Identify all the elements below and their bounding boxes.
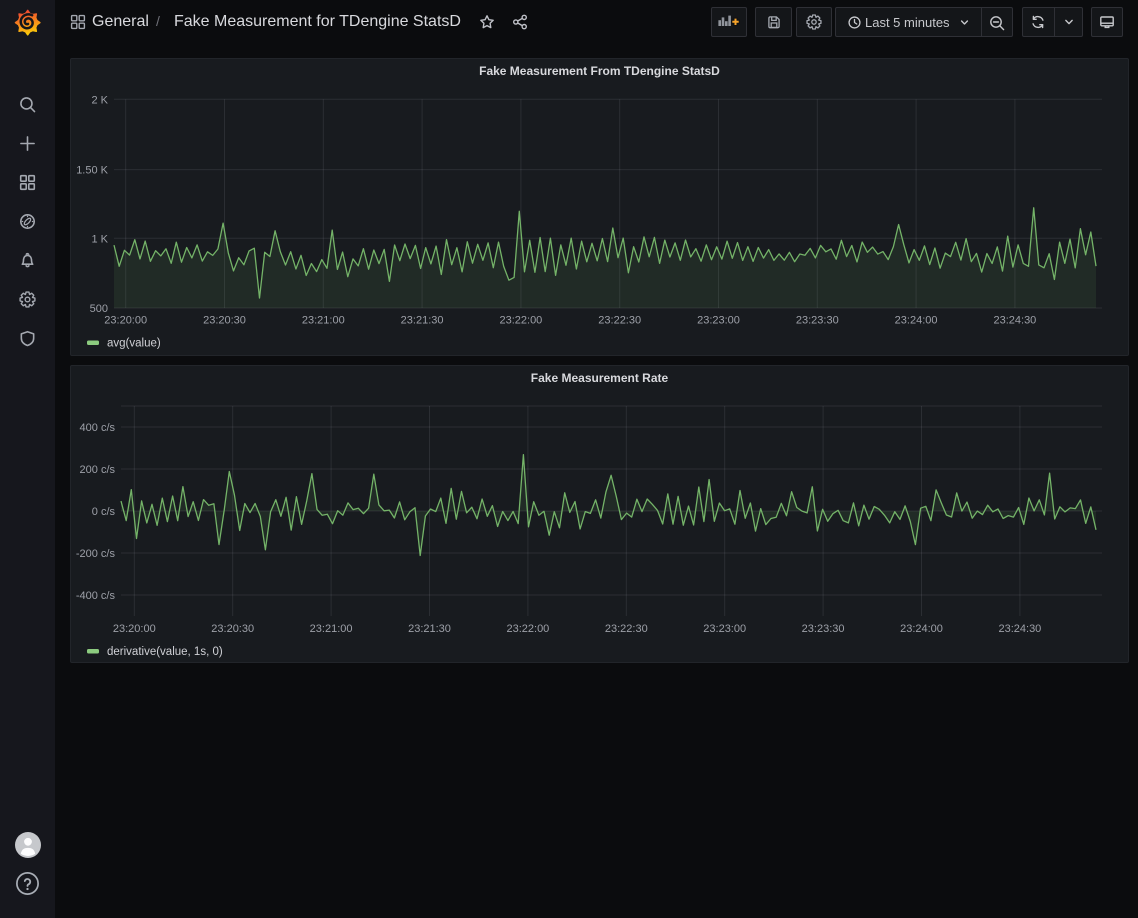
svg-text:400 c/s: 400 c/s [80, 422, 116, 434]
svg-text:23:20:00: 23:20:00 [104, 315, 147, 327]
svg-text:23:20:30: 23:20:30 [203, 315, 246, 327]
svg-text:0 c/s: 0 c/s [92, 506, 116, 518]
svg-text:-200 c/s: -200 c/s [76, 548, 116, 560]
svg-text:23:23:00: 23:23:00 [703, 623, 746, 635]
svg-text:1 K: 1 K [91, 233, 108, 245]
svg-text:23:20:30: 23:20:30 [211, 623, 254, 635]
svg-text:23:22:00: 23:22:00 [506, 623, 549, 635]
svg-text:200 c/s: 200 c/s [80, 464, 116, 476]
svg-text:23:21:30: 23:21:30 [408, 623, 451, 635]
svg-text:23:24:00: 23:24:00 [895, 315, 938, 327]
svg-text:2 K: 2 K [91, 94, 108, 106]
svg-text:23:23:00: 23:23:00 [697, 315, 740, 327]
svg-text:23:22:30: 23:22:30 [605, 623, 648, 635]
svg-text:1.50 K: 1.50 K [76, 165, 108, 177]
svg-text:23:21:00: 23:21:00 [310, 623, 353, 635]
svg-text:23:24:00: 23:24:00 [900, 623, 943, 635]
svg-text:23:21:30: 23:21:30 [401, 315, 444, 327]
svg-text:23:21:00: 23:21:00 [302, 315, 345, 327]
svg-text:avg(value): avg(value) [107, 338, 161, 350]
svg-text:23:24:30: 23:24:30 [998, 623, 1041, 635]
svg-text:23:23:30: 23:23:30 [802, 623, 845, 635]
svg-text:500: 500 [90, 303, 108, 315]
svg-text:-400 c/s: -400 c/s [76, 590, 116, 602]
svg-text:23:20:00: 23:20:00 [113, 623, 156, 635]
svg-text:23:23:30: 23:23:30 [796, 315, 839, 327]
svg-text:23:22:00: 23:22:00 [499, 315, 542, 327]
svg-text:derivative(value, 1s, 0): derivative(value, 1s, 0) [107, 646, 223, 658]
svg-text:23:22:30: 23:22:30 [598, 315, 641, 327]
svg-text:23:24:30: 23:24:30 [993, 315, 1036, 327]
